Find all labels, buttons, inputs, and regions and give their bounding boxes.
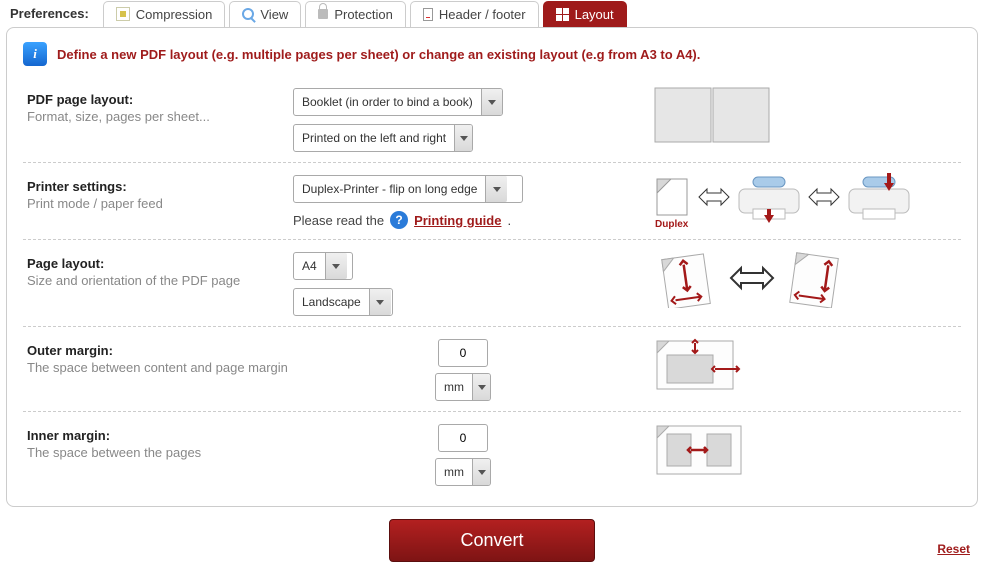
chevron-down-icon [325, 253, 347, 279]
chevron-down-icon [454, 125, 472, 151]
section-page-layout: Page layout: Size and orientation of the… [23, 240, 961, 327]
info-row: i Define a new PDF layout (e.g. multiple… [23, 42, 961, 66]
select-value: Duplex-Printer - flip on long edge [294, 182, 485, 196]
section-title: Page layout: [27, 256, 293, 271]
lock-icon [318, 9, 328, 19]
help-icon[interactable]: ? [390, 211, 408, 229]
preview-outer-margin [633, 337, 961, 393]
reset-link[interactable]: Reset [937, 542, 970, 556]
magnify-icon [242, 8, 254, 20]
section-labels: PDF page layout: Format, size, pages per… [23, 86, 293, 124]
tab-label: Layout [575, 7, 614, 22]
section-subtitle: The space between the pages [27, 445, 293, 460]
section-controls: A4 Landscape [293, 250, 633, 316]
hint-prefix: Please read the [293, 213, 384, 228]
tabs-row: Preferences: Compression View Protection… [0, 0, 984, 27]
section-title: Outer margin: [27, 343, 293, 358]
section-title: Inner margin: [27, 428, 293, 443]
section-subtitle: Size and orientation of the PDF page [27, 273, 293, 288]
tab-view[interactable]: View [229, 1, 301, 27]
inner-margin-illustration [653, 422, 763, 478]
preview-booklet [633, 86, 961, 144]
page-icon [423, 8, 433, 21]
preview-printer: Duplex [633, 173, 961, 229]
page-size-select[interactable]: A4 [293, 252, 353, 280]
printer-illustration: Duplex [653, 173, 953, 229]
tab-label: Protection [334, 7, 393, 22]
printing-guide-link[interactable]: Printing guide [414, 213, 501, 228]
duplex-label: Duplex [655, 219, 689, 229]
booklet-icon [653, 86, 773, 144]
layout-type-select[interactable]: Booklet (in order to bind a book) [293, 88, 503, 116]
grid-icon [556, 8, 569, 21]
orientation-illustration [653, 250, 863, 308]
chevron-down-icon [485, 176, 507, 202]
convert-button[interactable]: Convert [389, 519, 594, 562]
preferences-panel: i Define a new PDF layout (e.g. multiple… [6, 27, 978, 507]
select-value: Printed on the left and right [294, 131, 454, 145]
section-labels: Outer margin: The space between content … [23, 337, 293, 375]
section-controls: Duplex-Printer - flip on long edge Pleas… [293, 173, 633, 229]
section-controls: mm [293, 422, 633, 486]
tab-layout[interactable]: Layout [543, 1, 627, 27]
compression-icon [116, 7, 130, 21]
select-value: Landscape [294, 295, 369, 309]
section-controls: mm [293, 337, 633, 401]
section-printer: Printer settings: Print mode / paper fee… [23, 163, 961, 240]
section-labels: Page layout: Size and orientation of the… [23, 250, 293, 288]
footer: Convert Reset [0, 507, 984, 566]
info-text: Define a new PDF layout (e.g. multiple p… [57, 47, 700, 62]
section-title: PDF page layout: [27, 92, 293, 107]
tab-protection[interactable]: Protection [305, 1, 406, 27]
section-subtitle: Format, size, pages per sheet... [27, 109, 293, 124]
section-controls: Booklet (in order to bind a book) Printe… [293, 86, 633, 152]
section-subtitle: The space between content and page margi… [27, 360, 293, 375]
select-value: mm [436, 380, 472, 394]
preview-orientation [633, 250, 961, 308]
section-subtitle: Print mode / paper feed [27, 196, 293, 211]
select-value: A4 [294, 259, 325, 273]
chevron-down-icon [369, 289, 391, 315]
printing-guide-hint: Please read the ? Printing guide. [293, 211, 633, 229]
outer-margin-input[interactable] [438, 339, 488, 367]
outer-margin-illustration [653, 337, 763, 393]
tab-label: View [260, 7, 288, 22]
info-icon: i [23, 42, 47, 66]
chevron-down-icon [472, 374, 490, 400]
section-pdf-layout: PDF page layout: Format, size, pages per… [23, 76, 961, 163]
tab-label: Header / footer [439, 7, 526, 22]
orientation-select[interactable]: Landscape [293, 288, 393, 316]
tab-label: Compression [136, 7, 213, 22]
tab-compression[interactable]: Compression [103, 1, 226, 27]
printer-mode-select[interactable]: Duplex-Printer - flip on long edge [293, 175, 523, 203]
select-value: Booklet (in order to bind a book) [294, 95, 481, 109]
print-side-select[interactable]: Printed on the left and right [293, 124, 473, 152]
preview-inner-margin [633, 422, 961, 478]
chevron-down-icon [481, 89, 502, 115]
chevron-down-icon [472, 459, 490, 485]
section-labels: Inner margin: The space between the page… [23, 422, 293, 460]
tab-header-footer[interactable]: Header / footer [410, 1, 539, 27]
section-labels: Printer settings: Print mode / paper fee… [23, 173, 293, 211]
select-value: mm [436, 465, 472, 479]
hint-suffix: . [507, 213, 511, 228]
section-outer-margin: Outer margin: The space between content … [23, 327, 961, 412]
section-inner-margin: Inner margin: The space between the page… [23, 412, 961, 496]
section-title: Printer settings: [27, 179, 293, 194]
inner-margin-unit-select[interactable]: mm [435, 458, 491, 486]
outer-margin-unit-select[interactable]: mm [435, 373, 491, 401]
preferences-label: Preferences: [6, 0, 93, 27]
inner-margin-input[interactable] [438, 424, 488, 452]
